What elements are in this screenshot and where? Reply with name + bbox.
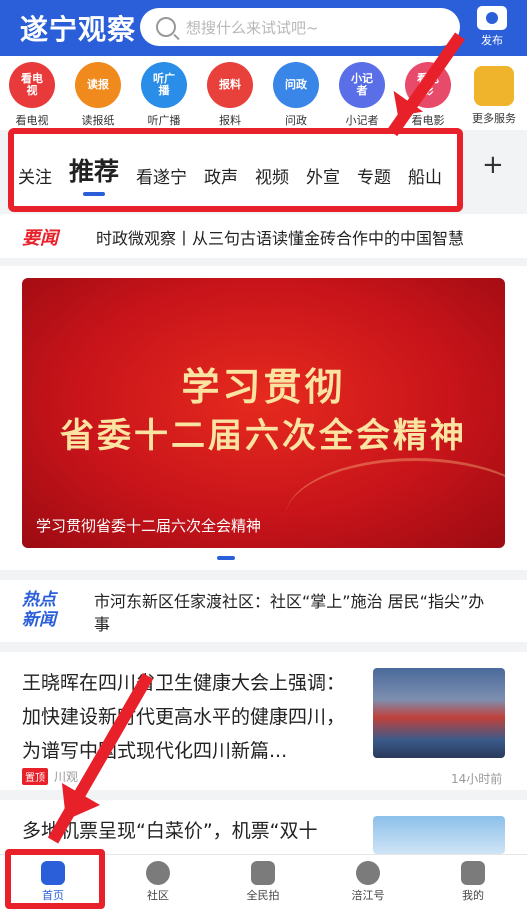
radio-icon: 听广播 (141, 62, 187, 108)
article-time: 14小时前 (451, 772, 503, 786)
channel-tab-bar: 关注 推荐 看遂宁 政声 视频 外宣 专题 船山 安 (8, 128, 463, 212)
banner-caption: 学习贯彻省委十二届六次全会精神 (36, 517, 262, 535)
quick-item-newspaper[interactable]: 读报 读报纸 (68, 62, 128, 128)
article-thumbnail (373, 668, 505, 758)
compass-icon (356, 861, 380, 885)
tab-topics[interactable]: 专题 (357, 163, 391, 188)
quick-item-label: 看电视 (15, 114, 49, 127)
quick-item-label: 问政 (285, 114, 307, 127)
quick-item-label: 听广播 (147, 114, 181, 127)
nav-mine-label: 我的 (462, 889, 484, 902)
banner-headline-2: 省委十二届六次全会精神 (60, 416, 467, 456)
add-channel-button[interactable]: + (482, 150, 504, 180)
quick-item-radio[interactable]: 听广播 听广播 (134, 62, 194, 128)
app-logo: 遂宁观察 (20, 13, 137, 46)
nav-citizen-shoot[interactable]: 全民拍 (228, 861, 298, 903)
tab-chuanshan[interactable]: 船山 (408, 163, 442, 188)
banner-section: 学习贯彻 省委十二届六次全会精神 学习贯彻省委十二届六次全会精神 (0, 266, 527, 570)
nav-community[interactable]: 社区 (123, 861, 193, 903)
tab-external[interactable]: 外宣 (306, 163, 340, 188)
pinned-badge: 置顶 (22, 768, 48, 785)
publish-button[interactable]: 发布 (467, 4, 517, 48)
search-input[interactable]: 想搜什么来试试吧~ (140, 8, 460, 46)
carousel-indicator (217, 556, 235, 560)
nav-fujiang[interactable]: 涪江号 (333, 861, 403, 903)
nav-fujiang-label: 涪江号 (351, 889, 385, 902)
quick-item-tv[interactable]: 看电视 看电视 (2, 62, 62, 128)
search-placeholder: 想搜什么来试试吧~ (186, 18, 319, 37)
hot-news-badge-line1: 热点 (22, 590, 56, 610)
headline-tag: 要闻 (22, 228, 58, 249)
community-icon (146, 861, 170, 885)
annotation-highlight-box (5, 849, 105, 909)
banner-decoration (285, 458, 505, 548)
article-item[interactable]: 王晓晖在四川省卫生健康大会上强调：加快建设新时代更高水平的健康四川，为谱写中国式… (0, 652, 527, 790)
quick-item-more-services[interactable]: 更多服务 (464, 62, 524, 126)
puzzle-icon (474, 66, 514, 106)
inquiry-icon: 问政 (273, 62, 319, 108)
publish-label: 发布 (481, 34, 503, 47)
article-title: 王晓晖在四川省卫生健康大会上强调：加快建设新时代更高水平的健康四川，为谱写中国式… (22, 672, 346, 762)
nav-community-label: 社区 (147, 889, 169, 902)
video-camera-icon (251, 861, 275, 885)
quick-item-label: 更多服务 (472, 112, 516, 125)
quick-item-label: 读报纸 (81, 114, 115, 127)
tab-video[interactable]: 视频 (255, 163, 289, 188)
hot-news-badge-line2: 新闻 (22, 610, 56, 630)
tab-an[interactable]: 安 (459, 163, 463, 188)
hot-news-item[interactable]: 热点 新闻 市河东新区任家渡社区：社区“掌上”施治 居民“指尖”办事 (0, 580, 527, 642)
headline-text: 时政微观察丨从三句古语读懂金砖合作中的中国智慧 (96, 229, 465, 248)
article-thumbnail (373, 816, 505, 854)
nav-mine[interactable]: 我的 (438, 861, 508, 903)
article-meta: 置顶 川观 (22, 768, 78, 785)
headline-ticker[interactable]: 要闻 时政微观察丨从三句古语读懂金砖合作中的中国智慧 (0, 214, 527, 258)
quick-service-row: 看电视 看电视 读报 读报纸 听广播 听广播 报料 报料 问政 问政 小记者 小… (0, 56, 527, 130)
tab-suining[interactable]: 看遂宁 (136, 163, 187, 188)
article-source: 川观 (54, 770, 79, 784)
report-icon: 报料 (207, 62, 253, 108)
tv-icon: 看电视 (9, 62, 55, 108)
search-icon (156, 17, 176, 37)
tab-recommend[interactable]: 推荐 (69, 152, 119, 196)
nav-citizen-shoot-label: 全民拍 (246, 889, 280, 902)
banner-headline-1: 学习贯彻 (181, 364, 346, 409)
newspaper-icon: 读报 (75, 62, 121, 108)
banner-image[interactable]: 学习贯彻 省委十二届六次全会精神 学习贯彻省委十二届六次全会精神 (22, 278, 505, 548)
hot-news-text: 市河东新区任家渡社区：社区“掌上”施治 居民“指尖”办事 (94, 592, 485, 634)
quick-item-inquiry[interactable]: 问政 问政 (266, 62, 326, 128)
tab-follow[interactable]: 关注 (18, 163, 52, 188)
quick-item-report[interactable]: 报料 报料 (200, 62, 260, 128)
camera-icon (477, 6, 507, 30)
reporter-icon: 小记者 (339, 62, 385, 108)
quick-item-label: 报料 (219, 114, 241, 127)
tab-politics[interactable]: 政声 (204, 163, 238, 188)
hot-news-badge: 热点 新闻 (22, 590, 78, 630)
profile-icon (461, 861, 485, 885)
